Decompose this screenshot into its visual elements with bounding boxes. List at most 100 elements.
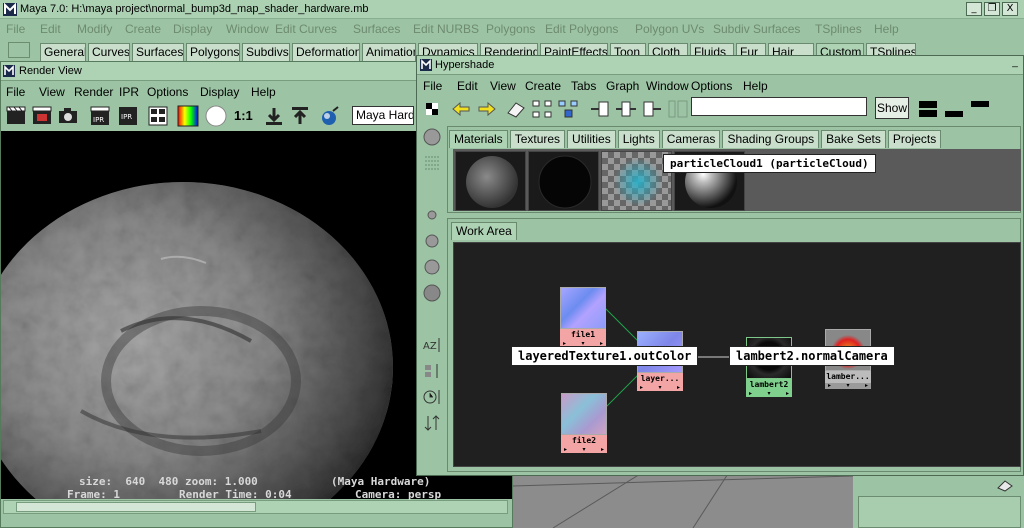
input-output-connections-icon[interactable] [615,98,637,120]
layout-bottom-icon[interactable] [943,98,965,120]
restore-button[interactable]: ❐ [984,2,1000,16]
file2-ports[interactable]: ▸ ▾ ▸ [561,447,607,453]
shelf-grip-icon[interactable] [8,42,30,58]
material-swatch-dark[interactable] [528,151,599,211]
shelf-tab-curves[interactable]: Curves [88,43,130,61]
search-input[interactable] [691,97,867,116]
large-swatch-icon[interactable] [421,256,443,278]
color-channels-icon[interactable] [177,105,199,127]
scrollbar-thumb[interactable] [16,502,256,512]
show-button[interactable]: Show [875,97,909,119]
keep-image-icon[interactable] [263,105,285,127]
menu-help[interactable]: Help [874,22,899,36]
sort-by-type-icon[interactable] [421,360,443,382]
rv-menu-ipr[interactable]: IPR [119,85,139,99]
list-view-icon[interactable] [421,152,443,174]
alpha-channel-icon[interactable] [205,105,227,127]
remove-image-icon[interactable] [289,105,311,127]
material-swatch-lambert1[interactable] [455,151,526,211]
tab-cameras[interactable]: Cameras [661,130,721,148]
lambert2-ports[interactable]: ▸ ▾ ▸ [746,391,792,397]
menu-edit-nurbs[interactable]: Edit NURBS [413,22,479,36]
filter-icon[interactable] [667,98,689,120]
sort-by-time-icon[interactable] [421,386,443,408]
shelf-tab-general[interactable]: General [40,43,86,61]
hs-menu-file[interactable]: File [423,79,442,93]
small-swatch-icon[interactable] [421,204,443,226]
sphere-swatch-icon[interactable] [421,126,443,148]
menu-window[interactable]: Window [226,22,269,36]
checker-toggle-icon[interactable] [421,98,443,120]
rv-menu-help[interactable]: Help [251,85,276,99]
rearrange-graph-icon[interactable] [531,98,553,120]
layout-top-bottom-icon[interactable] [917,98,939,120]
rv-menu-render[interactable]: Render [74,85,113,99]
menu-tsplines[interactable]: TSplines [815,22,862,36]
shelf-tab-polygons[interactable]: Polygons [186,43,240,61]
menu-polygon-uvs[interactable]: Polygon UVs [635,22,704,36]
hs-menu-create[interactable]: Create [525,79,561,93]
material-swatch-particlecloud[interactable] [601,151,672,211]
output-connections-icon[interactable] [641,98,663,120]
medium-swatch-icon[interactable] [421,230,443,252]
renderer-select[interactable]: Maya Hardware [352,106,414,125]
clear-graph-icon[interactable] [505,98,527,120]
arrow-right-icon[interactable] [476,98,498,120]
shelf-tab-surfaces[interactable]: Surfaces [132,43,184,61]
tab-materials[interactable]: Materials [449,130,508,148]
hs-menu-help[interactable]: Help [743,79,768,93]
rv-menu-file[interactable]: File [6,85,25,99]
tab-projects[interactable]: Projects [887,130,942,148]
layered-texture-ports[interactable]: ▸ ▾ ▸ [637,385,683,391]
shelf-tab-animation[interactable]: Animation [362,43,416,61]
hs-menu-view[interactable]: View [490,79,516,93]
render-settings-icon[interactable] [147,105,169,127]
sort-by-name-icon[interactable]: AZ [421,334,443,356]
menu-edit-curves[interactable]: Edit Curves [275,22,337,36]
close-button[interactable]: X [1002,2,1018,16]
input-connections-icon[interactable] [589,98,611,120]
ipr-render-icon[interactable]: IPR [89,105,111,127]
hs-menu-window[interactable]: Window [646,79,689,93]
file1-node[interactable]: file1 ▸ ▾ ▸ [560,287,606,347]
hs-menu-options[interactable]: Options [691,79,732,93]
tab-lights[interactable]: Lights [617,130,660,148]
hs-menu-graph[interactable]: Graph [606,79,639,93]
render-region-icon[interactable] [31,105,53,127]
menu-surfaces[interactable]: Surfaces [353,22,400,36]
shelf-tab-subdivs[interactable]: Subdivs [242,43,290,61]
render-frame-icon[interactable] [5,105,27,127]
hs-menu-tabs[interactable]: Tabs [571,79,596,93]
sort-reverse-icon[interactable] [421,412,443,434]
tab-shading-groups[interactable]: Shading Groups [722,130,820,148]
tab-bake-sets[interactable]: Bake Sets [821,130,886,148]
minimize-button[interactable]: _ [966,2,982,16]
rv-menu-view[interactable]: View [39,85,65,99]
file2-node[interactable]: file2 ▸ ▾ ▸ [561,393,607,453]
render-globals-icon[interactable] [319,105,341,127]
real-size-button[interactable]: 1:1 [234,108,253,123]
rv-menu-options[interactable]: Options [147,85,188,99]
menu-edit-polygons[interactable]: Edit Polygons [545,22,618,36]
menu-create[interactable]: Create [125,22,161,36]
hs-menu-edit[interactable]: Edit [457,79,478,93]
layout-top-icon[interactable] [969,98,991,120]
snapshot-camera-icon[interactable] [57,105,79,127]
menu-edit[interactable]: Edit [40,22,61,36]
shelf-tab-deformation[interactable]: Deformation [292,43,360,61]
menu-subdiv-surfaces[interactable]: Subdiv Surfaces [713,22,800,36]
rv-menu-display[interactable]: Display [200,85,239,99]
menu-polygons[interactable]: Polygons [486,22,535,36]
tab-utilities[interactable]: Utilities [567,130,616,148]
lambert-other-node[interactable]: lamber... ▸ ▾ ▸ [825,329,871,439]
lambert-other-ports[interactable]: ▸ ▾ ▸ [825,383,871,389]
menu-file[interactable]: File [6,22,25,36]
tab-work-area[interactable]: Work Area [451,222,517,240]
hypershade-minimize-button[interactable]: _ [1009,58,1021,71]
arrow-left-icon[interactable] [450,98,472,120]
tab-textures[interactable]: Textures [509,130,566,148]
menu-display[interactable]: Display [173,22,212,36]
ipr-refresh-icon[interactable]: IPR [117,105,139,127]
eraser-icon[interactable] [995,478,1015,492]
graph-materials-icon[interactable] [557,98,579,120]
